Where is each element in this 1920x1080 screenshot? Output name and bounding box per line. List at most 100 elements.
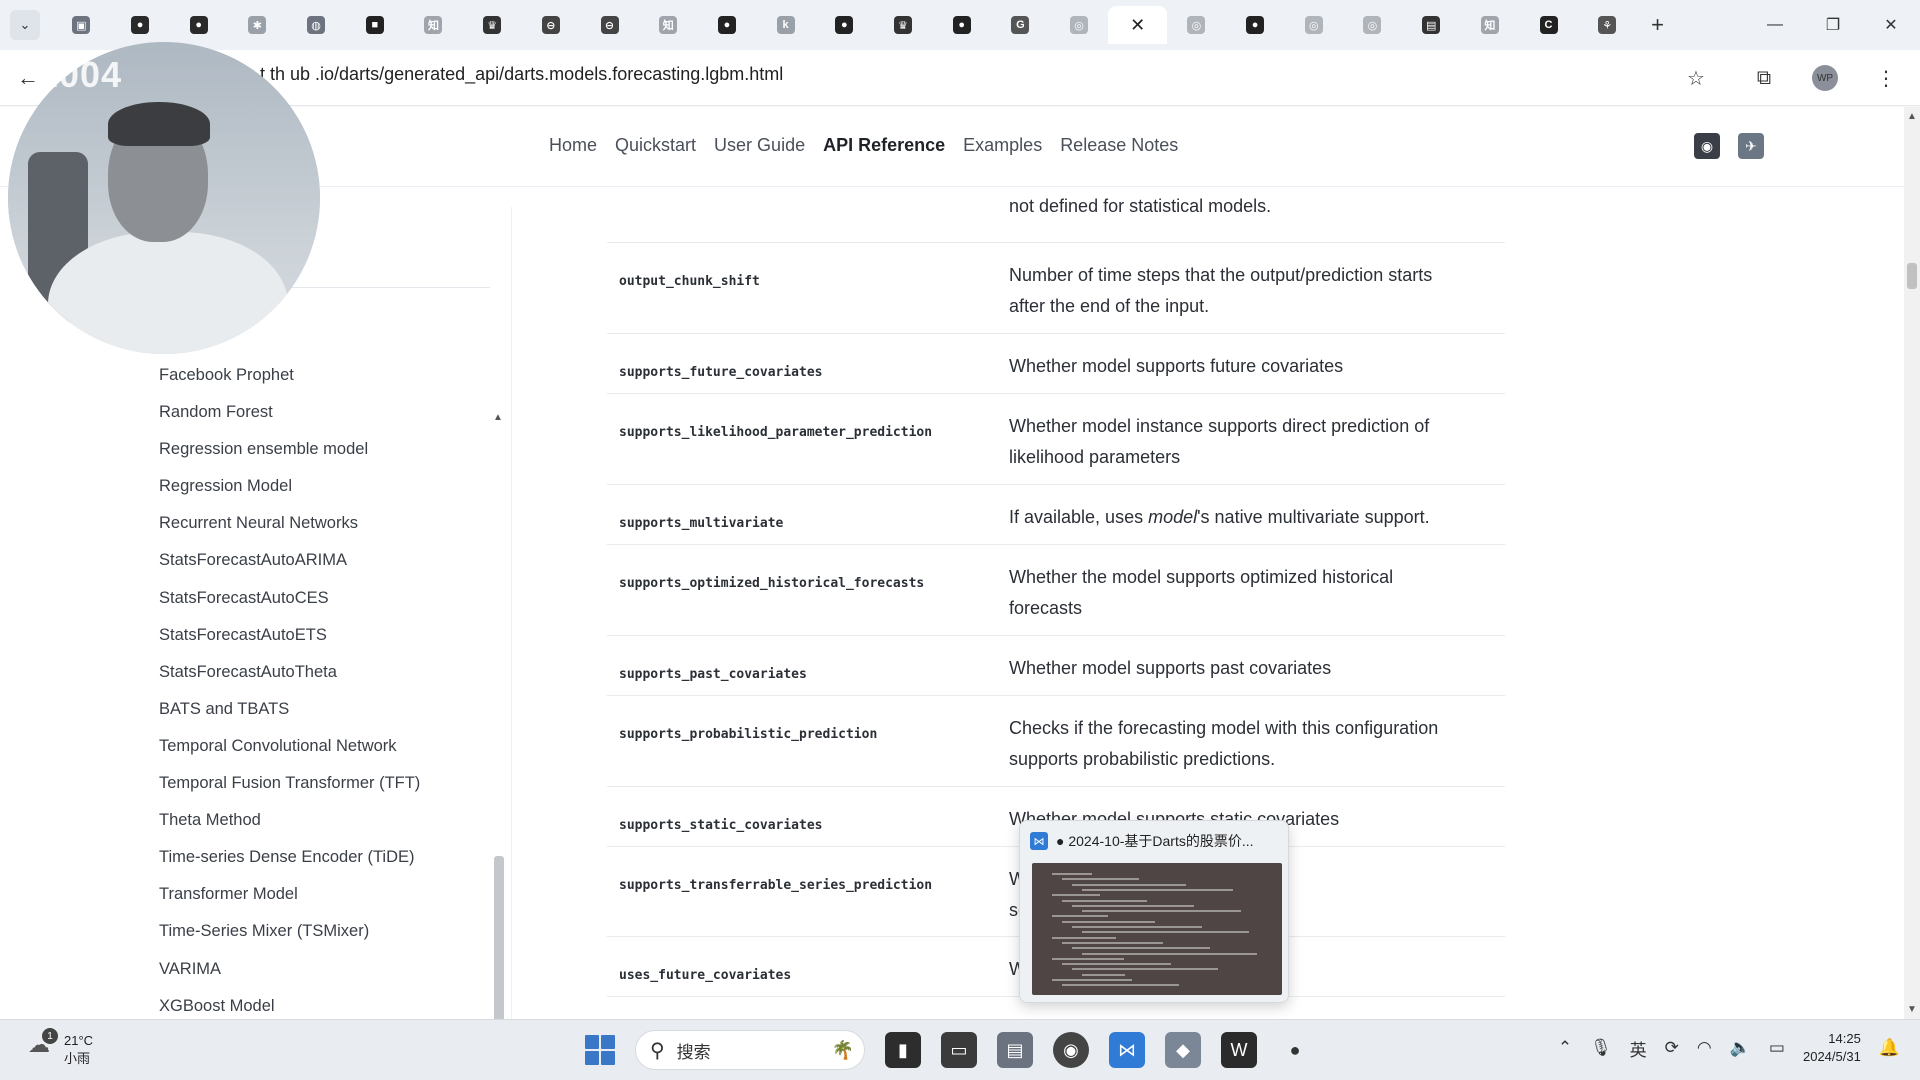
browser-tab[interactable]: ● [1226,6,1285,44]
camera-app-icon[interactable]: ● [1277,1032,1313,1068]
extensions-icon[interactable]: ⧉ [1744,58,1784,98]
browser-tab[interactable]: 知 [639,6,698,44]
browser-tab[interactable]: ⚘ [1578,6,1637,44]
sidebar-item[interactable]: Recurrent Neural Networks [159,513,420,550]
property-name[interactable]: supports_multivariate [619,516,783,531]
property-name[interactable]: supports_transferrable_series_prediction [619,878,932,893]
close-icon[interactable]: ✕ [1129,15,1147,35]
sidebar-item[interactable]: Random Forest [159,402,420,439]
browser-tab[interactable]: ◍ [287,6,346,44]
browser-tab[interactable]: ▣ [52,6,111,44]
restore-icon[interactable]: ❐ [1804,0,1862,50]
star-icon[interactable]: ☆ [1676,58,1716,98]
preview-thumbnail[interactable] [1032,863,1282,995]
chevron-up-icon[interactable]: ⌃ [1558,1038,1572,1058]
ime-icon[interactable]: 英 [1630,1036,1647,1061]
page-scrollbar[interactable]: ▲ ▼ [1904,107,1920,1019]
terminal-app-icon[interactable]: ▮ [885,1032,921,1068]
sidebar-item[interactable]: Temporal Fusion Transformer (TFT) [159,773,420,810]
sidebar-item[interactable]: Temporal Convolutional Network [159,736,420,773]
volume-icon[interactable]: 🔈 [1730,1038,1751,1058]
property-name[interactable]: output_chunk_shift [619,274,760,289]
taskbar-window-preview[interactable]: ⋈ ● 2024-10-基于Darts的股票价... [1019,820,1289,1003]
twitter-icon[interactable]: ✈ [1738,133,1764,159]
new-tab-button[interactable]: + [1643,10,1673,40]
tab-list-button[interactable]: ⌄ [10,10,40,40]
page-scroll-thumb[interactable] [1907,263,1917,289]
browser-tab[interactable]: 知 [1461,6,1520,44]
browser-tab[interactable]: ◎ [1167,6,1226,44]
nav-link-user-guide[interactable]: User Guide [714,135,805,156]
sidebar-item[interactable]: BATS and TBATS [159,699,420,736]
browser-tab[interactable]: ▤ [1402,6,1461,44]
browser-tab[interactable]: k [756,6,815,44]
browser-tab[interactable]: ● [932,6,991,44]
file-explorer-icon[interactable]: ▤ [997,1032,1033,1068]
media-app-icon[interactable]: ▭ [941,1032,977,1068]
sidebar-item[interactable]: Transformer Model [159,884,420,921]
nav-link-release-notes[interactable]: Release Notes [1060,135,1178,156]
sidebar-item[interactable]: Regression Model [159,476,420,513]
scroll-up-icon[interactable]: ▲ [493,412,503,423]
property-name[interactable]: supports_past_covariates [619,667,807,682]
browser-tab[interactable]: 知 [404,6,463,44]
sidebar-item[interactable]: Facebook Prophet [159,365,420,402]
sidebar-item[interactable]: StatsForecastAutoARIMA [159,550,420,587]
taskbar-search[interactable]: ⚲ 搜索 🌴 [635,1030,865,1070]
sidebar-item[interactable]: Theta Method [159,810,420,847]
window-close-icon[interactable]: ✕ [1862,0,1920,50]
browser-tab[interactable]: ● [111,6,170,44]
browser-tab[interactable]: ◎ [1050,6,1109,44]
profile-avatar[interactable]: WP [1812,65,1838,91]
sidebar-item[interactable]: XGBoost Model [159,996,420,1019]
weather-widget[interactable]: ☁ 1 21°C 小雨 [28,1028,93,1068]
browser-tab[interactable]: ♛ [874,6,933,44]
url-field[interactable]: t th ub .io/darts/generated_api/darts.mo… [260,64,783,85]
property-name[interactable]: supports_static_covariates [619,818,823,833]
browser-tab[interactable]: G [991,6,1050,44]
chrome-icon[interactable]: ◉ [1053,1032,1089,1068]
scroll-up-icon[interactable]: ▲ [1907,111,1917,122]
property-name[interactable]: supports_likelihood_parameter_prediction [619,425,932,440]
browser-tab[interactable]: ✱ [228,6,287,44]
sidebar-scroll-thumb[interactable] [494,856,504,1019]
nav-link-quickstart[interactable]: Quickstart [615,135,696,156]
browser-tab[interactable]: ♛ [463,6,522,44]
start-button[interactable] [585,1035,615,1065]
browser-tab[interactable]: ■ [345,6,404,44]
property-name[interactable]: uses_future_covariates [619,968,791,983]
sidebar-item[interactable]: StatsForecastAutoETS [159,625,420,662]
wps-icon[interactable]: W [1221,1032,1257,1068]
browser-tab[interactable]: ● [815,6,874,44]
sidebar-item[interactable]: Time-series Dense Encoder (TiDE) [159,847,420,884]
nav-link-api-reference[interactable]: API Reference [823,135,945,156]
sidebar-item[interactable]: VARIMA [159,959,420,996]
browser-tab[interactable]: C [1519,6,1578,44]
browser-tab[interactable]: ● [698,6,757,44]
github-icon[interactable]: ◉ [1694,133,1720,159]
sidebar-scrollbar[interactable]: ▲ ▼ [492,412,506,1019]
system-clock[interactable]: 14:25 2024/5/31 [1803,1030,1861,1066]
browser-tab[interactable]: ◎ [1284,6,1343,44]
minimize-icon[interactable]: — [1746,0,1804,50]
sidebar-item[interactable]: StatsForecastAutoCES [159,588,420,625]
wifi-icon[interactable]: ◠ [1697,1038,1712,1058]
browser-tab[interactable]: ◎ [1343,6,1402,44]
scroll-down-icon[interactable]: ▼ [1907,1004,1917,1015]
app-icon[interactable]: ◆ [1165,1032,1201,1068]
browser-tab[interactable]: ● [169,6,228,44]
property-name[interactable]: supports_future_covariates [619,365,823,380]
more-menu-icon[interactable]: ⋮ [1866,58,1906,98]
nav-link-home[interactable]: Home [549,135,597,156]
browser-tab[interactable]: ⊖ [580,6,639,44]
microphone-icon[interactable]: 🎙 [1590,1038,1612,1058]
property-name[interactable]: supports_probabilistic_prediction [619,727,877,742]
sidebar-item[interactable]: Time-Series Mixer (TSMixer) [159,921,420,958]
vscode-taskbar-icon[interactable]: ⋈ [1109,1032,1145,1068]
battery-icon[interactable]: ▭ [1769,1038,1785,1058]
property-name[interactable]: supports_optimized_historical_forecasts [619,576,924,591]
notification-icon[interactable]: 🔔 [1879,1038,1900,1058]
sync-icon[interactable]: ⟳ [1665,1038,1679,1058]
browser-tab-active[interactable]: ✕ [1108,6,1168,44]
browser-tab[interactable]: ⊖ [522,6,581,44]
